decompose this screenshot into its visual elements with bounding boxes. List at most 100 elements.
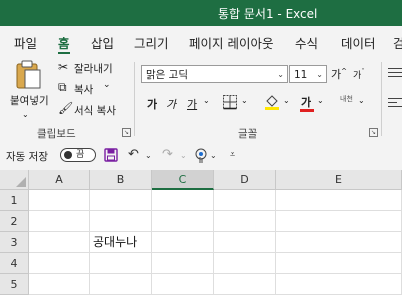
font-name-combo[interactable]: 맑은 고딕 ⌄ [141, 65, 288, 83]
cell-a4[interactable] [29, 253, 90, 274]
copy-icon: ⧉ [58, 80, 67, 94]
row-header-3[interactable]: 3 [0, 232, 29, 253]
cell-a2[interactable] [29, 211, 90, 232]
paste-chevron-icon[interactable]: ⌄ [22, 110, 29, 119]
shrink-font-button[interactable]: 가ˇ [353, 68, 365, 81]
borders-icon[interactable] [222, 94, 238, 110]
undo-chevron-icon[interactable]: ⌄ [145, 151, 152, 160]
undo-icon[interactable]: ↶ [128, 147, 139, 162]
font-size-value: 11 [294, 69, 308, 81]
autosave-toggle[interactable]: 끔 [60, 148, 96, 162]
format-painter-button[interactable]: 🖌 서식 복사 [58, 101, 128, 118]
customize-qat-icon[interactable]: ⩡ [230, 150, 235, 160]
font-size-combo[interactable]: 11 ⌄ [289, 65, 327, 83]
cell-d3[interactable] [214, 232, 276, 253]
paintbrush-icon: 🖌 [58, 101, 74, 115]
align-top-icon[interactable] [388, 68, 402, 77]
ribbon: 붙여넣기 ⌄ ✂ 잘라내기 ⧉ 복사 ⌄ 🖌 서식 복사 클립보드 ↘ 맑은 고… [0, 54, 402, 143]
cell-a5[interactable] [29, 274, 90, 295]
borders-chevron-icon[interactable]: ⌄ [241, 96, 248, 105]
redo-icon[interactable]: ↷ [162, 147, 173, 162]
select-all-corner[interactable] [0, 170, 29, 190]
touch-mode-icon[interactable] [194, 148, 208, 164]
row-header-2[interactable]: 2 [0, 211, 29, 232]
phonetic-button[interactable]: 내천 [340, 94, 353, 104]
tab-formulas[interactable]: 수식 [295, 33, 318, 52]
underline-chevron-icon[interactable]: ⌄ [203, 96, 210, 105]
cell-d5[interactable] [214, 274, 276, 295]
clipboard-group-label: 클립보드 [37, 128, 76, 140]
fill-color-icon[interactable] [264, 93, 280, 111]
copy-chevron-icon[interactable]: ⌄ [103, 80, 111, 90]
cell-a1[interactable] [29, 190, 90, 211]
cell-c4[interactable] [152, 253, 214, 274]
font-color-chevron-icon[interactable]: ⌄ [317, 96, 324, 105]
font-color-swatch [300, 109, 314, 112]
ribbon-tabs: 파일 홈 삽입 그리기 페이지 레이아웃 수식 데이터 검 [0, 26, 402, 54]
autosave-state: 끔 [76, 150, 85, 160]
paste-label: 붙여넣기 [10, 95, 49, 107]
grow-font-button[interactable]: 가^ [331, 66, 347, 82]
window-title: 통합 문서1 - Excel [218, 7, 318, 21]
clipboard-launcher-icon[interactable]: ↘ [122, 128, 131, 137]
row-header-4[interactable]: 4 [0, 253, 29, 274]
autosave-label: 자동 저장 [6, 151, 48, 163]
align-left-icon[interactable] [388, 98, 402, 107]
row-header-1[interactable]: 1 [0, 190, 29, 211]
cell-b2[interactable] [90, 211, 152, 232]
cut-label: 잘라내기 [74, 63, 113, 75]
column-header-a[interactable]: A [29, 170, 90, 190]
fill-color-chevron-icon[interactable]: ⌄ [283, 96, 290, 105]
redo-chevron-icon[interactable]: ⌄ [180, 151, 187, 160]
cell-e3[interactable] [276, 232, 402, 253]
paste-button[interactable]: 붙여넣기 [6, 58, 50, 112]
tab-data[interactable]: 데이터 [341, 33, 376, 52]
tab-draw[interactable]: 그리기 [134, 33, 169, 52]
cell-e1[interactable] [276, 190, 402, 211]
cell-d1[interactable] [214, 190, 276, 211]
copy-button[interactable]: ⧉ 복사 ⌄ [58, 80, 128, 97]
font-launcher-icon[interactable]: ↘ [369, 128, 378, 137]
row-header-5[interactable]: 5 [0, 274, 29, 295]
tab-file[interactable]: 파일 [14, 33, 37, 52]
bold-button[interactable]: 가 [147, 96, 157, 112]
copy-label: 복사 [74, 84, 94, 96]
phonetic-chevron-icon[interactable]: ⌄ [358, 96, 365, 105]
cell-c3[interactable] [152, 232, 214, 253]
cell-d2[interactable] [214, 211, 276, 232]
save-icon[interactable] [104, 148, 118, 162]
toggle-knob [64, 151, 72, 159]
tab-page-layout[interactable]: 페이지 레이아웃 [189, 33, 273, 52]
italic-button[interactable]: 가 [166, 96, 176, 112]
cell-e4[interactable] [276, 253, 402, 274]
cell-a3[interactable] [29, 232, 90, 253]
touch-mode-chevron-icon[interactable]: ⌄ [210, 151, 217, 160]
ribbon-separator [134, 62, 135, 136]
cell-b3[interactable]: 공대누나 [90, 232, 152, 253]
cell-b5[interactable] [90, 274, 152, 295]
clipboard-icon [16, 60, 41, 89]
select-all-triangle-icon [16, 177, 26, 187]
cell-c5[interactable] [152, 274, 214, 295]
cell-c2[interactable] [152, 211, 214, 232]
cell-b4[interactable] [90, 253, 152, 274]
tab-insert[interactable]: 삽입 [91, 33, 114, 52]
cell-e5[interactable] [276, 274, 402, 295]
column-header-d[interactable]: D [214, 170, 276, 190]
cell-d4[interactable] [214, 253, 276, 274]
underline-button[interactable]: 가 [187, 96, 197, 112]
cell-b1[interactable] [90, 190, 152, 211]
title-bar: 통합 문서1 - Excel [0, 0, 402, 26]
font-color-button[interactable]: 가 [300, 94, 314, 112]
column-header-c[interactable]: C [152, 170, 214, 190]
format-painter-label: 서식 복사 [74, 105, 116, 117]
spreadsheet-grid: A B C D E 1 2 3 4 5 공대누나 [0, 170, 402, 295]
column-header-e[interactable]: E [276, 170, 402, 190]
tab-home[interactable]: 홈 [58, 33, 70, 54]
cell-e2[interactable] [276, 211, 402, 232]
column-header-b[interactable]: B [90, 170, 152, 190]
quick-access-toolbar: 자동 저장 끔 ↶ ⌄ ↷ ⌄ ⌄ ⩡ [0, 142, 402, 171]
cut-button[interactable]: ✂ 잘라내기 [58, 60, 128, 76]
tab-review[interactable]: 검 [393, 33, 402, 52]
cell-c1[interactable] [152, 190, 214, 211]
